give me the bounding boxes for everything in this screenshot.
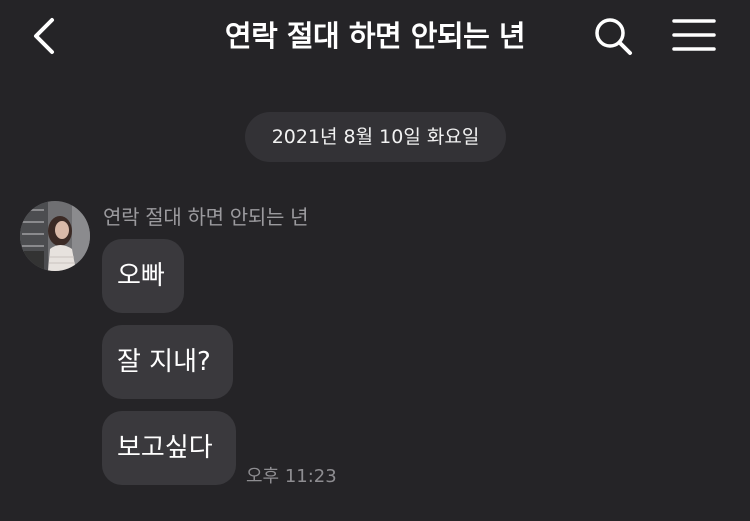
search-icon xyxy=(595,18,632,55)
back-button[interactable] xyxy=(22,14,66,58)
message-bubble[interactable]: 보고싶다 xyxy=(102,411,236,485)
sender-avatar[interactable] xyxy=(20,201,90,271)
message-bubble[interactable]: 잘 지내? xyxy=(102,325,233,399)
menu-button[interactable] xyxy=(668,14,720,58)
message-bubble[interactable]: 오빠 xyxy=(102,239,184,313)
hamburger-menu-icon xyxy=(672,19,716,51)
chat-header: 연락 절대 하면 안되는 년 xyxy=(0,0,750,72)
date-divider: 2021년 8월 10일 화요일 xyxy=(245,112,506,162)
chevron-left-icon xyxy=(34,18,54,54)
sender-name: 연락 절대 하면 안되는 년 xyxy=(103,205,309,229)
chat-title: 연락 절대 하면 안되는 년 xyxy=(224,19,526,53)
message-timestamp: 오후 11:23 xyxy=(246,466,337,487)
search-button[interactable] xyxy=(590,14,636,58)
avatar-photo xyxy=(20,201,90,271)
